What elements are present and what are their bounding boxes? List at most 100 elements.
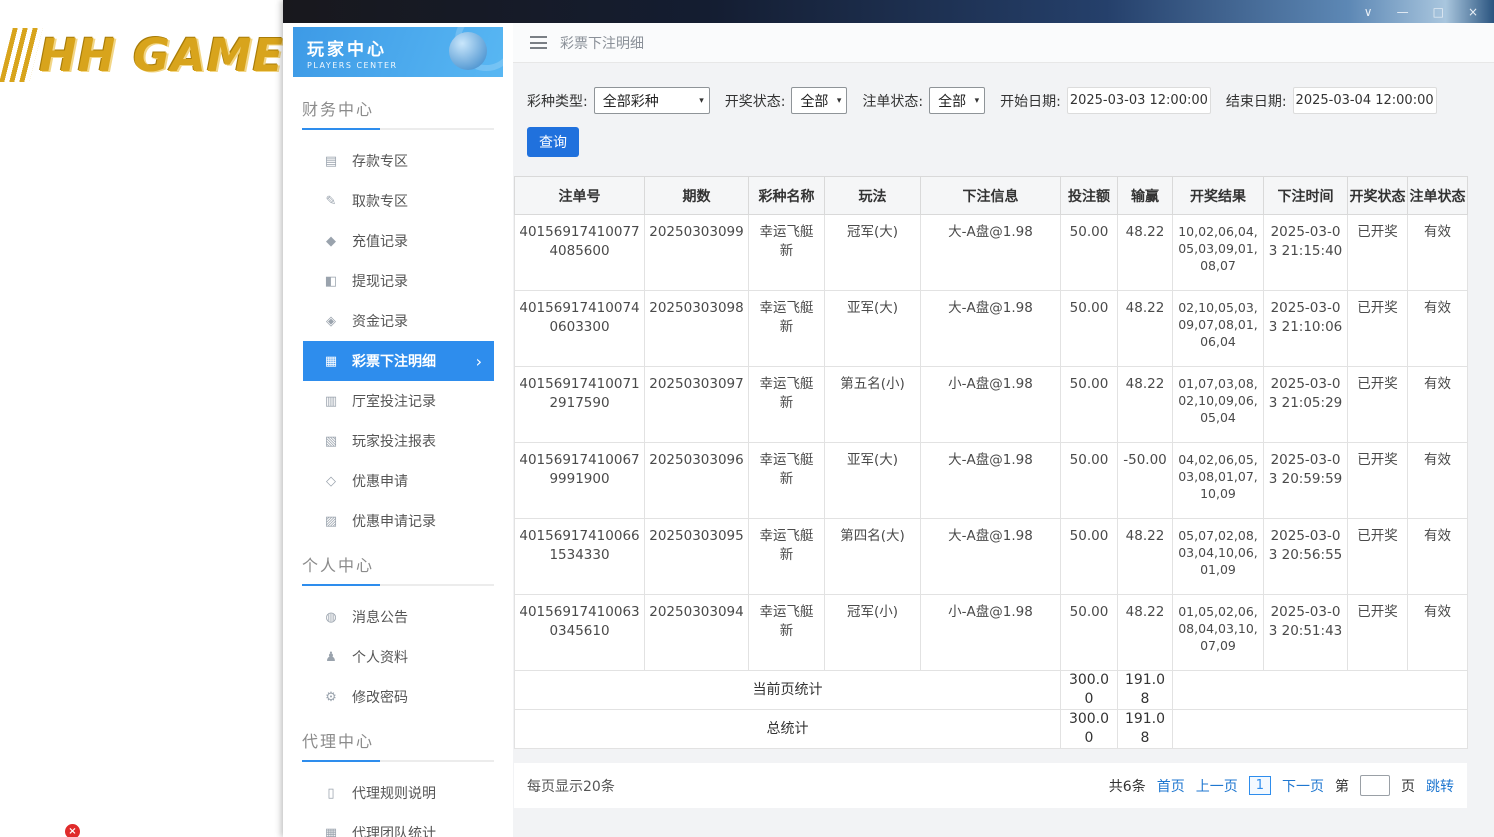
first-page-link[interactable]: 首页 [1157, 776, 1185, 796]
lottery-name-cell: 幸运飞艇新 [748, 290, 825, 367]
close-button[interactable]: × [1468, 6, 1478, 18]
bet-status-cell: 有效 [1407, 290, 1468, 367]
jump-link[interactable]: 跳转 [1426, 776, 1454, 796]
prev-page-link[interactable]: 上一页 [1196, 776, 1238, 796]
bet-status-cell: 有效 [1407, 442, 1468, 519]
search-button[interactable]: 查询 [527, 127, 579, 157]
app-logo: HH GAME [0, 28, 284, 82]
summary-label-cell: 当前页统计 [514, 670, 1061, 710]
promo-icon: ◇ [326, 473, 336, 489]
desktop-background: HH GAME × [0, 0, 283, 837]
bet-info-cell: 大-A盘@1.98 [920, 442, 1061, 519]
window-titlebar: ∨ — □ × [283, 0, 1494, 23]
period-cell: 20250303094 [644, 594, 749, 671]
column-header: 开奖结果 [1172, 176, 1264, 215]
sidebar-item-deposit-zone[interactable]: ▤ 存款专区 [283, 141, 513, 181]
error-close-icon[interactable]: × [65, 824, 80, 837]
summary-win-cell: 191.08 [1117, 709, 1173, 749]
table-row: 401569174100661534330 20250303095 幸运飞艇新 第四名… [514, 518, 1468, 595]
minimize-button[interactable]: — [1397, 6, 1409, 18]
bet-no-cell: 401569174100679991900 [514, 442, 645, 519]
result-cell: 01,07,03,08,02,10,09,06,05,04 [1172, 366, 1264, 443]
summary-amount-cell: 300.00 [1060, 670, 1118, 710]
sidebar-item-promo-application[interactable]: ◇ 优惠申请 [283, 461, 513, 501]
sidebar-item-agent-team-stats[interactable]: ▦ 代理团队统计 [283, 813, 513, 837]
draw-status-cell: 已开奖 [1347, 290, 1408, 367]
lottery-type-select[interactable]: 全部彩种 ▾ [593, 87, 710, 114]
summary-empty-cell [1172, 709, 1468, 749]
lottery-type-label: 彩种类型: [527, 93, 588, 110]
sidebar-item-player-bet-report[interactable]: ▧ 玩家投注报表 [283, 421, 513, 461]
sidebar-item-profile[interactable]: ♟ 个人资料 [283, 637, 513, 677]
amount-cell: 50.00 [1060, 366, 1118, 443]
sphere-icon [449, 32, 487, 70]
lottery-bet-icon: ▦ [324, 353, 338, 369]
table-row: 401569174100740603300 20250303098 幸运飞艇新 亚军(… [514, 290, 1468, 367]
bet-status-cell: 有效 [1407, 518, 1468, 595]
sidebar-header: 玩家中心 PLAYERS CENTER [293, 27, 503, 77]
sidebar-item-withdraw-zone[interactable]: ✎ 取款专区 [283, 181, 513, 221]
result-cell: 04,02,06,05,03,08,01,07,10,09 [1172, 442, 1264, 519]
pagination-bar: 每页显示20条 共6条 首页 上一页 1 下一页 第 页 跳转 [514, 763, 1467, 808]
maximize-button[interactable]: □ [1433, 6, 1444, 18]
result-cell: 05,07,02,08,03,04,10,06,01,09 [1172, 518, 1264, 595]
sidebar-section-title: 代理中心 [302, 728, 494, 762]
chevron-down-icon: ▾ [836, 95, 842, 106]
sidebar-nav: 财务中心 ▤ 存款专区 ✎ 取款专区 ◆ 充值记录 ◧ 提现记录 ◈ 资金记录 ▦ 彩票下注明细 › ▥ 厅室… [283, 77, 513, 837]
sidebar-item-withdrawal-records[interactable]: ◧ 提现记录 [283, 261, 513, 301]
summary-row: 总统计 300.00 191.08 [514, 709, 1468, 749]
summary-empty-cell [1172, 670, 1468, 710]
play-cell: 亚军(大) [824, 442, 921, 519]
section-underline [302, 584, 494, 586]
amount-cell: 50.00 [1060, 290, 1118, 367]
start-date-label: 开始日期: [1000, 93, 1061, 110]
total-count-label: 共6条 [1108, 778, 1146, 795]
main-content: 彩票下注明细 彩种类型: 全部彩种 ▾ 开奖状态: 全部 ▾ 注单状态: 全部 … [513, 23, 1494, 837]
dropdown-chevron-icon[interactable]: ∨ [1364, 6, 1373, 18]
draw-status-value: 全部 [800, 93, 829, 110]
period-cell: 20250303097 [644, 366, 749, 443]
draw-status-label: 开奖状态: [724, 93, 786, 110]
team-stats-icon: ▦ [324, 825, 338, 837]
sidebar-item-change-password[interactable]: ⚙ 修改密码 [283, 677, 513, 717]
amount-cell: 50.00 [1060, 442, 1118, 519]
menu-toggle-icon[interactable] [530, 36, 547, 49]
amount-cell: 50.00 [1060, 214, 1118, 291]
page-jump-input[interactable] [1360, 775, 1390, 796]
sidebar-item-recharge-records[interactable]: ◆ 充值记录 [283, 221, 513, 261]
next-page-link[interactable]: 下一页 [1282, 776, 1324, 796]
screen: HH GAME × ∨ — □ × 玩家中心 PLAYERS CENTER 财务… [0, 0, 1494, 837]
sidebar-item-agent-rules[interactable]: ▯ 代理规则说明 [283, 773, 513, 813]
result-cell: 01,05,02,06,08,04,03,10,07,09 [1172, 594, 1264, 671]
win-cell: -50.00 [1117, 442, 1173, 519]
draw-status-select[interactable]: 全部 ▾ [791, 87, 848, 114]
filter-bar: 彩种类型: 全部彩种 ▾ 开奖状态: 全部 ▾ 注单状态: 全部 ▾ 开始日期:… [514, 63, 1467, 157]
amount-cell: 50.00 [1060, 594, 1118, 671]
start-date-input[interactable] [1066, 87, 1211, 114]
lottery-name-cell: 幸运飞艇新 [748, 594, 825, 671]
draw-status-cell: 已开奖 [1347, 518, 1408, 595]
document-icon: ▯ [327, 785, 335, 801]
bet-status-select[interactable]: 全部 ▾ [929, 87, 986, 114]
win-cell: 48.22 [1117, 518, 1173, 595]
bet-info-cell: 大-A盘@1.98 [920, 518, 1061, 595]
period-cell: 20250303095 [644, 518, 749, 595]
current-page-button[interactable]: 1 [1248, 776, 1271, 795]
end-date-input[interactable] [1292, 87, 1437, 114]
sidebar-item-lottery-bet-details[interactable]: ▦ 彩票下注明细 › [303, 341, 494, 381]
sidebar-item-promo-application-records[interactable]: ▨ 优惠申请记录 [283, 501, 513, 541]
sidebar-item-funds-records[interactable]: ◈ 资金记录 [283, 301, 513, 341]
pagination-controls: 共6条 首页 上一页 1 下一页 第 页 跳转 [1109, 775, 1454, 796]
sidebar-item-messages[interactable]: ◍ 消息公告 [283, 597, 513, 637]
table-header-row: 注单号 期数 彩种名称 玩法 下注信息 投注额 输赢 开奖结果 下注时间 开奖状态 注单状态 [514, 176, 1468, 215]
bet-info-cell: 大-A盘@1.98 [920, 290, 1061, 367]
bet-time-cell: 2025-03-03 20:59:59 [1263, 442, 1348, 519]
lottery-name-cell: 幸运飞艇新 [748, 366, 825, 443]
table-row: 401569174100630345610 20250303094 幸运飞艇新 冠军(… [514, 594, 1468, 671]
lottery-type-value: 全部彩种 [602, 93, 659, 110]
play-cell: 冠军(大) [824, 214, 921, 291]
sidebar-item-hall-bet-records[interactable]: ▥ 厅室投注记录 [283, 381, 513, 421]
bet-no-cell: 401569174100774085600 [514, 214, 645, 291]
win-cell: 48.22 [1117, 290, 1173, 367]
page-title: 彩票下注明细 [560, 35, 644, 52]
